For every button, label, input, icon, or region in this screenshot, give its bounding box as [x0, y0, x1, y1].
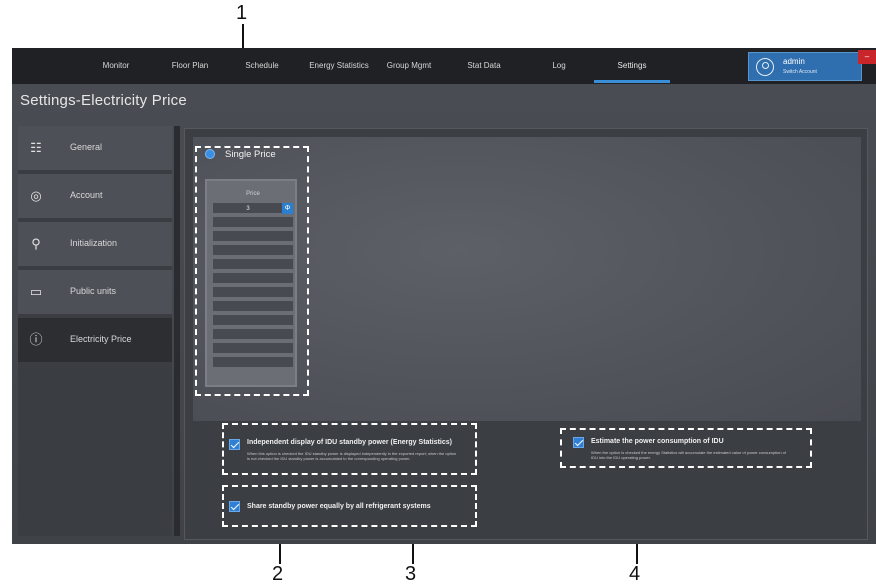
info-circle-icon: ⓘ: [29, 332, 43, 347]
nav-stat-data[interactable]: Stat Data: [462, 48, 506, 84]
sidebar-item-electricity-price[interactable]: ⓘ Electricity Price: [18, 318, 172, 364]
callout-box-2: [222, 485, 477, 527]
user-avatar-icon: [756, 58, 774, 76]
sidebar-item-label: Public units: [70, 286, 117, 296]
settings-sidebar: ☷ General ◎ Account ⚲ Initialization ▭ P…: [18, 126, 172, 536]
switch-account-link[interactable]: Switch Account: [783, 69, 817, 75]
nav-floor-plan[interactable]: Floor Plan: [168, 48, 212, 84]
sidebar-item-initialization[interactable]: ⚲ Initialization: [18, 222, 172, 268]
page-title: Settings-Electricity Price: [20, 92, 187, 109]
nav-log[interactable]: Log: [544, 48, 574, 84]
minimize-button[interactable]: –: [858, 50, 876, 64]
sidebar-item-public-units[interactable]: ▭ Public units: [18, 270, 172, 316]
callout-box-1: [195, 146, 309, 396]
sidebar-item-label: Initialization: [70, 238, 118, 248]
app-window: Monitor Floor Plan Schedule Energy Stati…: [12, 48, 876, 544]
nav-group-mgmt[interactable]: Group Mgmt: [384, 48, 434, 84]
sidebar-scrollbar[interactable]: [174, 126, 180, 536]
user-name: admin: [783, 57, 805, 66]
sidebar-item-label: General: [70, 142, 103, 152]
sidebar-item-label: Account: [70, 190, 103, 200]
callout-box-3: [222, 423, 477, 475]
callout-number-3: 3: [405, 563, 417, 585]
sidebar-item-account[interactable]: ◎ Account: [18, 174, 172, 220]
sidebar-item-label: Electricity Price: [70, 334, 132, 344]
units-icon: ▭: [29, 284, 43, 299]
nav-monitor[interactable]: Monitor: [96, 48, 136, 84]
callout-number-2: 2: [272, 563, 284, 585]
callout-box-4: [560, 428, 812, 468]
top-nav-bar: Monitor Floor Plan Schedule Energy Stati…: [12, 48, 876, 84]
user-circle-icon: ◎: [30, 188, 42, 203]
nav-settings[interactable]: Settings: [608, 48, 656, 84]
callout-number-4: 4: [629, 563, 641, 585]
callout-number-1: 1: [236, 2, 248, 24]
nav-active-indicator: [594, 80, 670, 83]
nav-schedule[interactable]: Schedule: [240, 48, 284, 84]
sliders-icon: ☷: [30, 140, 42, 155]
sidebar-item-general[interactable]: ☷ General: [18, 126, 172, 172]
user-account-box[interactable]: admin Switch Account: [748, 52, 862, 81]
nav-energy-statistics[interactable]: Energy Statistics: [306, 48, 372, 84]
init-search-icon: ⚲: [31, 236, 41, 251]
